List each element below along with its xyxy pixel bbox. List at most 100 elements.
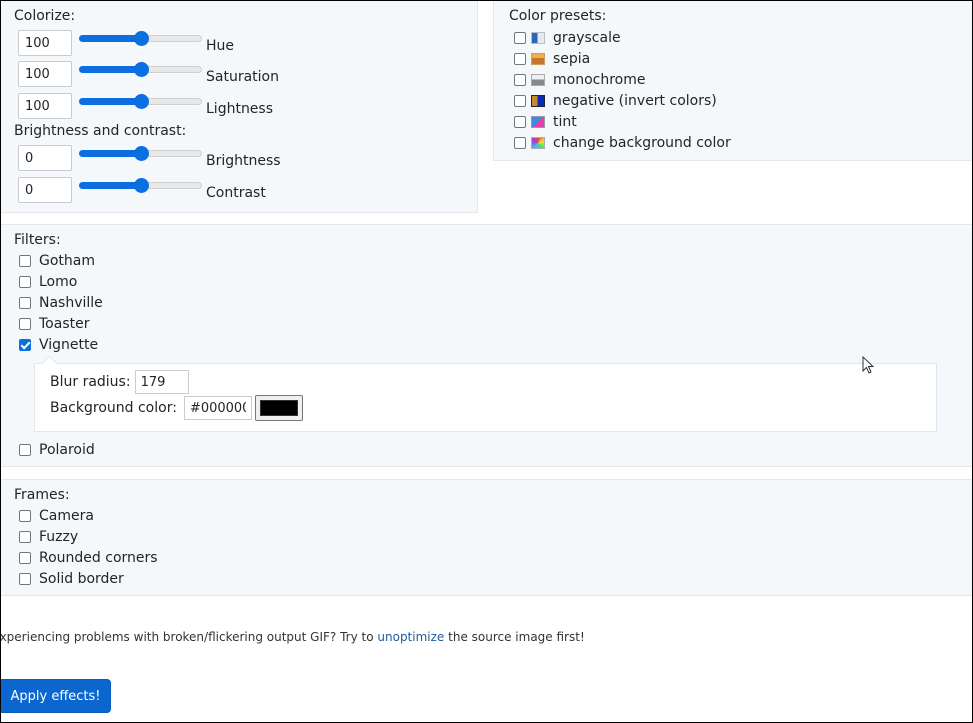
brightness-row: Brightness [18, 145, 281, 171]
saturation-row: Saturation [18, 61, 279, 87]
preset-grayscale[interactable]: grayscale [514, 28, 621, 48]
contrast-label: Contrast [206, 185, 266, 201]
vignette-checkbox[interactable] [19, 339, 31, 351]
grayscale-checkbox[interactable] [514, 32, 526, 44]
filter-label: Gotham [39, 253, 95, 269]
negative-icon [531, 95, 545, 107]
sepia-checkbox[interactable] [514, 53, 526, 65]
rounded-corners-checkbox[interactable] [19, 552, 31, 564]
preset-monochrome[interactable]: monochrome [514, 70, 645, 90]
lightness-input[interactable] [18, 93, 72, 119]
saturation-slider[interactable] [79, 61, 202, 77]
filter-lomo[interactable]: Lomo [19, 272, 77, 292]
filters-title: Filters: [14, 232, 61, 248]
background-color-row: Background color: [50, 395, 303, 421]
filters-panel: Filters: Gotham Lomo Nashville Toaster V… [0, 224, 973, 467]
preset-negative[interactable]: negative (invert colors) [514, 91, 717, 111]
tint-icon [531, 116, 545, 128]
brightness-input[interactable] [18, 145, 72, 171]
frame-rounded-corners[interactable]: Rounded corners [19, 548, 158, 568]
background-color-label: Background color: [50, 400, 177, 416]
unoptimize-link[interactable]: unoptimize [377, 630, 444, 644]
contrast-row: Contrast [18, 177, 266, 203]
monochrome-icon [531, 74, 545, 86]
lightness-label: Lightness [206, 101, 274, 117]
toaster-checkbox[interactable] [19, 318, 31, 330]
sepia-icon [531, 53, 545, 65]
note-text: Experiencing problems with broken/flicke… [0, 630, 378, 644]
brightness-slider[interactable] [79, 145, 202, 161]
preset-sepia[interactable]: sepia [514, 49, 590, 69]
tint-checkbox[interactable] [514, 116, 526, 128]
frame-label: Camera [39, 508, 94, 524]
camera-checkbox[interactable] [19, 510, 31, 522]
polaroid-checkbox[interactable] [19, 444, 31, 456]
frame-camera[interactable]: Camera [19, 506, 94, 526]
note-text-end: the source image first! [444, 630, 585, 644]
filter-label: Toaster [39, 316, 90, 332]
lightness-slider[interactable] [79, 93, 202, 109]
blur-radius-label: Blur radius: [50, 374, 131, 390]
preset-label: monochrome [553, 72, 646, 88]
frames-title: Frames: [14, 487, 70, 503]
hue-label: Hue [206, 38, 235, 54]
background-color-icon [531, 137, 545, 149]
fuzzy-checkbox[interactable] [19, 531, 31, 543]
filter-polaroid[interactable]: Polaroid [19, 440, 95, 460]
saturation-label: Saturation [206, 69, 279, 85]
hue-input[interactable] [18, 30, 72, 56]
colorize-title: Colorize: [14, 8, 76, 24]
preset-label: tint [553, 114, 577, 130]
color-picker-button[interactable] [254, 395, 303, 421]
slider-thumb[interactable] [133, 31, 149, 46]
background-color-checkbox[interactable] [514, 137, 526, 149]
filter-label: Polaroid [39, 442, 95, 458]
slider-thumb[interactable] [133, 62, 149, 77]
frame-label: Fuzzy [39, 529, 79, 545]
filter-nashville[interactable]: Nashville [19, 293, 103, 313]
frame-label: Rounded corners [39, 550, 158, 566]
preset-label: negative (invert colors) [553, 93, 717, 109]
brightness-contrast-title: Brightness and contrast: [14, 123, 187, 139]
gotham-checkbox[interactable] [19, 255, 31, 267]
slider-thumb[interactable] [133, 178, 149, 193]
vignette-options: Blur radius: Background color: [34, 363, 937, 432]
brightness-label: Brightness [206, 153, 281, 169]
nashville-checkbox[interactable] [19, 297, 31, 309]
filter-label: Lomo [39, 274, 78, 290]
negative-checkbox[interactable] [514, 95, 526, 107]
contrast-input[interactable] [18, 177, 72, 203]
slider-thumb[interactable] [133, 146, 149, 161]
lomo-checkbox[interactable] [19, 276, 31, 288]
color-swatch [259, 400, 298, 416]
solid-border-checkbox[interactable] [19, 573, 31, 585]
frame-label: Solid border [39, 571, 124, 587]
apply-effects-button[interactable]: Apply effects! [0, 679, 111, 713]
lightness-row: Lightness [18, 93, 273, 119]
preset-label: change background color [553, 135, 731, 151]
frame-fuzzy[interactable]: Fuzzy [19, 527, 78, 547]
presets-title: Color presets: [509, 8, 607, 24]
hue-slider[interactable] [79, 30, 202, 46]
saturation-input[interactable] [18, 61, 72, 87]
colorize-panel: Colorize: Hue Saturation Lightness Brigh… [0, 0, 478, 213]
blur-radius-row: Blur radius: [50, 370, 189, 394]
background-color-input[interactable] [183, 396, 252, 420]
filter-gotham[interactable]: Gotham [19, 251, 95, 271]
contrast-slider[interactable] [79, 177, 202, 193]
mouse-cursor-icon [862, 356, 875, 374]
color-presets-panel: Color presets: grayscale sepia monochrom… [493, 0, 973, 161]
blur-radius-input[interactable] [134, 370, 189, 394]
frame-solid-border[interactable]: Solid border [19, 569, 124, 589]
filter-vignette[interactable]: Vignette [19, 335, 98, 355]
frames-panel: Frames: Camera Fuzzy Rounded corners Sol… [0, 479, 973, 596]
slider-thumb[interactable] [133, 94, 149, 109]
preset-label: grayscale [553, 30, 621, 46]
preset-tint[interactable]: tint [514, 112, 577, 132]
grayscale-icon [531, 32, 545, 44]
preset-label: sepia [553, 51, 591, 67]
filter-label: Nashville [39, 295, 103, 311]
monochrome-checkbox[interactable] [514, 74, 526, 86]
filter-toaster[interactable]: Toaster [19, 314, 89, 334]
preset-background-color[interactable]: change background color [514, 133, 731, 153]
